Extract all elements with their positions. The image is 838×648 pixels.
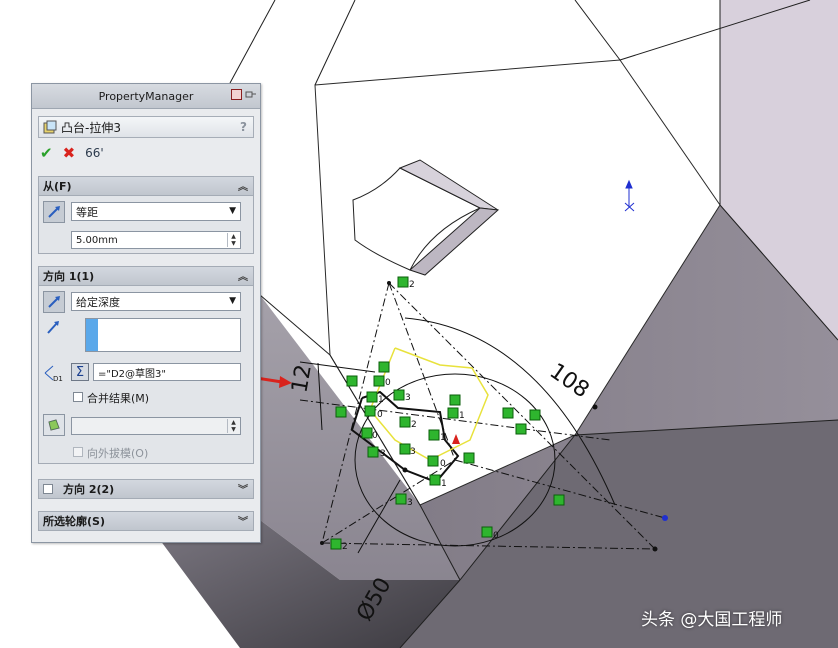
watermark: 头条 @大国工程师 [641,610,783,630]
spinner-arrows[interactable]: ▲ ▼ [227,233,239,247]
pm-actions: ✔ ✖ 66' [32,138,260,163]
draft-outward-label: 向外拔模(O) [87,447,149,460]
svg-text:2: 2 [342,542,348,552]
svg-text:0: 0 [377,410,383,420]
from-group: 从(F) ︽ 等距 ▼ 5.00mm ▲ ▼ [38,176,254,254]
draft-toggle-icon[interactable] [43,414,65,436]
collapse-chevron-icon[interactable]: ︽ [238,178,248,193]
depth-formula-field[interactable]: ="D2@草图3" [93,363,241,381]
equation-sigma-icon[interactable]: Σ [71,363,89,381]
svg-text:1: 1 [459,411,465,421]
direction2-group-title: 方向 2(2) [63,483,115,496]
direction2-group-header[interactable]: 方向 2(2) ︾ [39,480,253,498]
chevron-down-icon: ▼ [229,296,236,306]
reverse-direction-icon[interactable] [43,291,65,313]
end-condition-select[interactable]: 给定深度 ▼ [71,292,241,311]
selection-focus-bar [86,319,98,351]
start-condition-value: 等距 [76,205,98,219]
svg-text:0: 0 [493,531,499,541]
svg-text:0: 0 [372,431,378,441]
svg-text:1: 1 [440,433,446,443]
offset-value: 5.00mm [76,234,118,246]
svg-text:3: 3 [405,393,411,403]
selected-contours-title: 所选轮廓(S) [43,515,105,528]
direction2-group: 方向 2(2) ︾ [38,479,254,499]
pm-title-bar: PropertyManager [32,84,260,109]
feature-name: 凸台-拉伸3 [61,120,121,135]
end-condition-value: 给定深度 [76,295,120,309]
direction-vector-icon [47,321,59,334]
preview-button[interactable]: 66' [85,146,104,161]
dimension-12[interactable]: 12 [287,363,316,395]
endpoint-blue [662,515,668,521]
depth-formula-value: ="D2@草图3" [98,368,167,380]
pin-icon[interactable] [244,89,256,100]
ok-button[interactable]: ✔ [40,145,53,161]
svg-text:2: 2 [411,420,417,430]
extrude-feature-icon [43,120,57,134]
from-group-header[interactable]: 从(F) ︽ [39,177,253,196]
svg-text:1: 1 [378,395,384,405]
direction1-group-title: 方向 1(1) [43,270,95,283]
chevron-down-icon: ▼ [229,206,236,216]
svg-text:2: 2 [409,280,415,290]
expand-chevron-icon[interactable]: ︾ [238,513,248,528]
svg-text:3: 3 [407,498,413,508]
from-group-title: 从(F) [43,180,72,193]
feature-header: 凸台-拉伸3 ? [38,116,254,138]
depth-label: D1 [53,375,63,383]
cancel-button[interactable]: ✖ [63,145,76,161]
direction1-group-header[interactable]: 方向 1(1) ︽ [39,267,253,286]
start-condition-icon [43,201,65,223]
start-condition-select[interactable]: 等距 ▼ [71,202,241,221]
direction-selection-box[interactable] [85,318,241,352]
svg-text:3: 3 [410,447,416,457]
direction1-group: 方向 1(1) ︽ 给定深度 ▼ D1 Σ ="D2@草图3" 合并结果(M) … [38,266,254,464]
help-icon[interactable]: ? [240,120,247,134]
merge-result-label: 合并结果(M) [87,392,150,405]
spinner-arrows[interactable]: ▲ ▼ [227,419,239,433]
offset-spinbox[interactable]: 5.00mm ▲ ▼ [71,231,241,249]
draft-outward-checkbox[interactable] [73,447,83,457]
pm-config-icon[interactable] [231,89,242,100]
pm-title: PropertyManager [98,89,194,103]
merge-result-checkbox[interactable] [73,392,83,402]
svg-text:3: 3 [380,449,386,459]
expand-chevron-icon[interactable]: ︾ [238,481,248,496]
svg-text:1: 1 [441,479,447,489]
draft-angle-spinbox[interactable]: ▲ ▼ [71,417,241,435]
svg-text:0: 0 [440,459,446,469]
selected-contours-group: 所选轮廓(S) ︾ [38,511,254,531]
collapse-chevron-icon[interactable]: ︽ [238,268,248,283]
svg-text:0: 0 [385,378,391,388]
selected-contours-header[interactable]: 所选轮廓(S) ︾ [39,512,253,530]
direction2-checkbox[interactable] [43,484,53,494]
property-manager: PropertyManager 凸台-拉伸3 ? ✔ ✖ 66' 从(F) ︽ … [31,83,261,543]
